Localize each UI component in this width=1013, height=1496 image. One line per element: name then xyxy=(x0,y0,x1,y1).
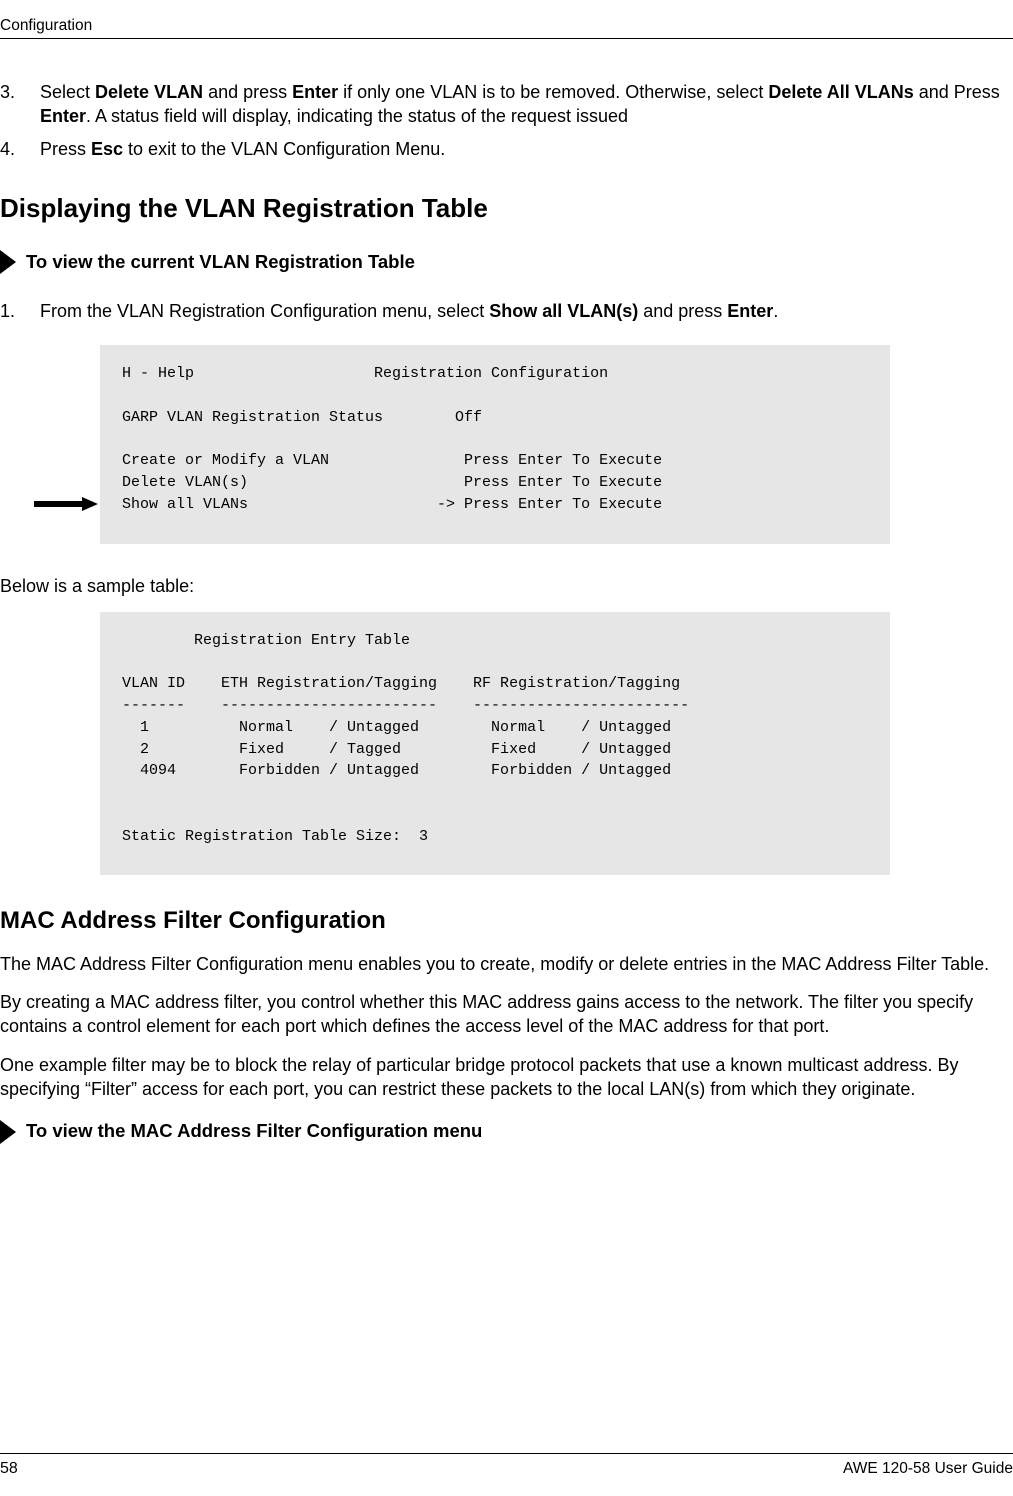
procedure-heading-1: To view the current VLAN Registration Ta… xyxy=(0,250,1013,275)
step-text: From the VLAN Registration Configuration… xyxy=(40,301,778,321)
step-text: Press Esc to exit to the VLAN Configurat… xyxy=(40,139,445,159)
paragraph-3: One example filter may be to block the r… xyxy=(0,1053,1013,1102)
paragraph-1: The MAC Address Filter Configuration men… xyxy=(0,952,1013,976)
step-list-top: 3. Select Delete VLAN and press Enter if… xyxy=(0,80,1013,161)
right-arrow-icon xyxy=(0,250,16,274)
step-item-3: 3. Select Delete VLAN and press Enter if… xyxy=(40,80,1013,129)
footer-guide-title: AWE 120-58 User Guide xyxy=(843,1459,1013,1480)
page-number: 58 xyxy=(0,1458,18,1480)
procedure-label: To view the MAC Address Filter Configura… xyxy=(26,1119,482,1144)
step-number: 1. xyxy=(0,299,15,323)
terminal-output-registration-entry-table: Registration Entry Table VLAN ID ETH Reg… xyxy=(100,612,890,876)
header-rule xyxy=(0,38,1013,39)
footer-rule xyxy=(0,1453,1013,1454)
section-heading-mac-filter: MAC Address Filter Configuration xyxy=(0,905,1013,937)
paragraph-2: By creating a MAC address filter, you co… xyxy=(0,990,1013,1039)
pointer-arrow-icon xyxy=(34,493,98,507)
codeblock-wrap-2: Registration Entry Table VLAN ID ETH Reg… xyxy=(100,612,1013,876)
right-arrow-icon xyxy=(0,1120,16,1144)
codeblock-wrap-1: H - Help Registration Configuration GARP… xyxy=(100,345,1013,543)
content-area: 3. Select Delete VLAN and press Enter if… xyxy=(0,80,1013,1168)
step-item-4: 4. Press Esc to exit to the VLAN Configu… xyxy=(40,137,1013,161)
step-list-1: 1. From the VLAN Registration Configurat… xyxy=(0,299,1013,323)
section-heading-vlan-reg-table: Displaying the VLAN Registration Table xyxy=(0,191,1013,226)
step-text: Select Delete VLAN and press Enter if on… xyxy=(40,82,1000,126)
step-number: 3. xyxy=(0,80,15,104)
step-number: 4. xyxy=(0,137,15,161)
procedure-heading-2: To view the MAC Address Filter Configura… xyxy=(0,1119,1013,1144)
terminal-output-registration-config: H - Help Registration Configuration GARP… xyxy=(100,345,890,543)
procedure-label: To view the current VLAN Registration Ta… xyxy=(26,250,415,275)
running-header: Configuration xyxy=(0,16,92,37)
sample-table-label: Below is a sample table: xyxy=(0,574,1013,598)
page: Configuration 3. Select Delete VLAN and … xyxy=(0,0,1013,1496)
step-item-1: 1. From the VLAN Registration Configurat… xyxy=(40,299,1013,323)
